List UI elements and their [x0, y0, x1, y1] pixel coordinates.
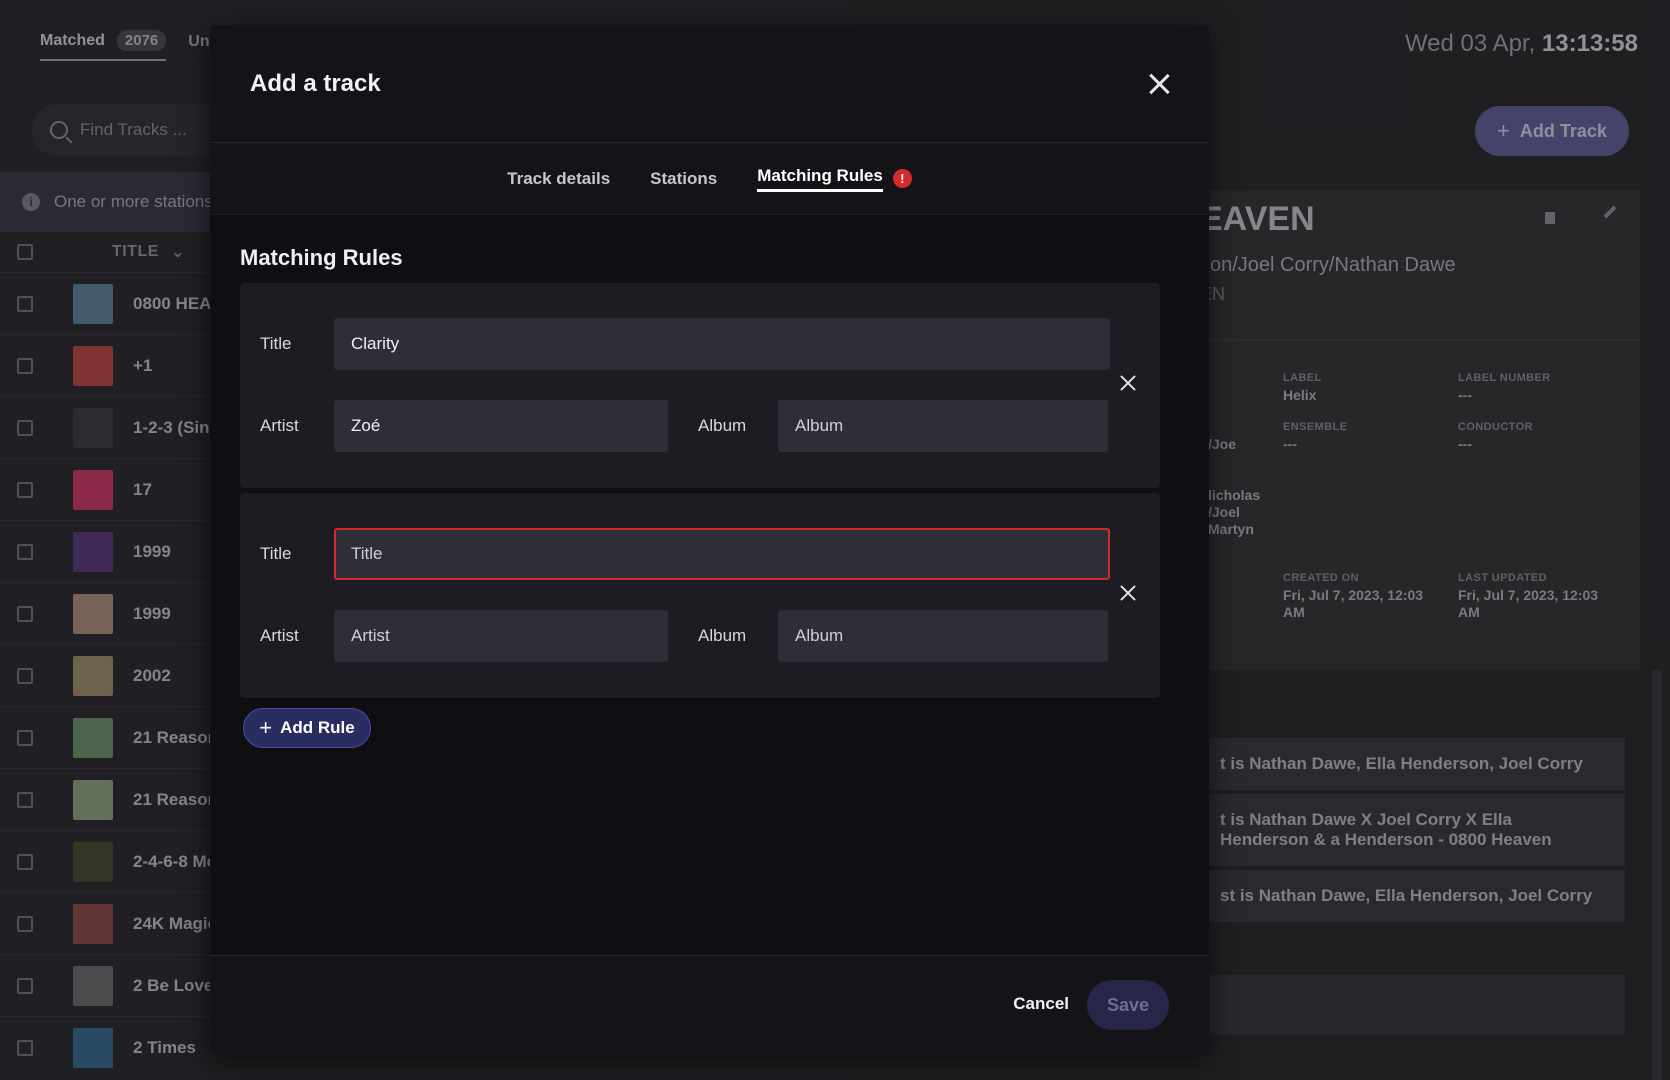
cancel-button[interactable]: Cancel — [1013, 994, 1069, 1014]
artist-album-row: Artist Album — [260, 610, 1140, 662]
title-row: Title — [260, 528, 1140, 580]
modal-title: Add a track — [250, 70, 381, 97]
album-input[interactable] — [778, 400, 1108, 452]
album-input[interactable] — [778, 610, 1108, 662]
close-icon[interactable] — [1147, 72, 1171, 96]
tab-track-details-label: Track details — [507, 168, 611, 188]
title-input[interactable] — [334, 318, 1110, 370]
tab-track-details[interactable]: Track details — [507, 163, 610, 195]
artist-label: Artist — [260, 416, 299, 435]
artist-input[interactable] — [334, 400, 668, 452]
plus-icon: + — [259, 715, 273, 740]
remove-rule-icon[interactable] — [1120, 375, 1136, 391]
section-title: Matching Rules — [240, 245, 403, 270]
tab-stations-label: Stations — [650, 168, 718, 188]
tab-matching-rules-label: Matching Rules — [757, 166, 883, 192]
tab-matching-rules[interactable]: Matching Rules ! — [757, 160, 912, 198]
artist-album-row: Artist Album — [260, 400, 1140, 452]
title-input[interactable] — [334, 528, 1110, 580]
title-row: Title — [260, 318, 1140, 370]
title-label: Title — [260, 544, 292, 563]
modal-footer: Cancel Save — [210, 955, 1209, 1055]
save-button[interactable]: Save — [1087, 980, 1169, 1030]
add-rule-label: Add Rule — [280, 718, 355, 737]
album-label: Album — [698, 626, 747, 645]
rule-card-1: Title Artist Album — [240, 283, 1160, 488]
tab-stations[interactable]: Stations — [650, 163, 717, 195]
artist-label: Artist — [260, 626, 299, 645]
modal-tabs: Track details Stations Matching Rules ! — [210, 143, 1209, 215]
error-icon: ! — [892, 169, 912, 188]
remove-rule-icon[interactable] — [1120, 585, 1136, 601]
add-rule-button[interactable]: + Add Rule — [243, 708, 371, 748]
artist-input[interactable] — [334, 610, 668, 662]
title-label: Title — [260, 334, 292, 353]
rule-card-2: Title Artist Album — [240, 493, 1160, 698]
modal-header: Add a track — [210, 25, 1209, 143]
add-track-modal: Add a track Track details Stations Match… — [210, 25, 1209, 1055]
album-label: Album — [698, 416, 747, 435]
modal-body: Matching Rules Title Artist Album Title … — [210, 215, 1209, 778]
